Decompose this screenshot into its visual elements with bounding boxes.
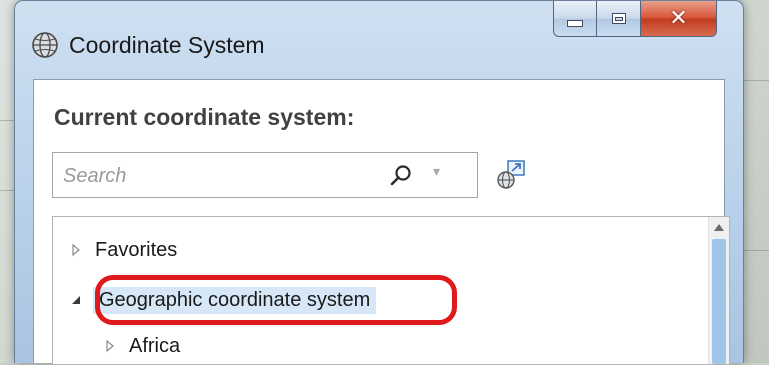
minimize-icon <box>567 20 583 27</box>
globe-link-icon[interactable] <box>494 158 528 192</box>
coordinate-system-tree: Favorites Geographic coordinate system A… <box>52 216 730 365</box>
collapse-arrow-icon[interactable] <box>69 293 83 307</box>
close-icon: ✕ <box>669 6 688 31</box>
tree-item-favorites[interactable]: Favorites <box>69 233 177 267</box>
globe-icon <box>32 32 58 58</box>
scroll-up-icon[interactable] <box>713 221 725 233</box>
tree-item-africa[interactable]: Africa <box>103 329 180 363</box>
tree-item-label: Africa <box>129 334 181 357</box>
search-icon[interactable] <box>389 164 413 188</box>
vertical-scrollbar[interactable] <box>708 217 729 364</box>
minimize-button[interactable] <box>553 1 597 37</box>
expand-arrow-icon[interactable] <box>69 243 83 257</box>
search-input[interactable] <box>63 163 363 189</box>
caption-buttons: ✕ <box>553 1 717 41</box>
close-button[interactable]: ✕ <box>641 1 717 37</box>
search-options-dropdown-icon[interactable]: ▾ <box>433 163 440 180</box>
coordinate-system-dialog: Coordinate System ✕ Current coordinate s… <box>14 0 744 365</box>
scrollbar-thumb[interactable] <box>712 239 726 364</box>
maximize-button[interactable] <box>597 1 641 37</box>
expand-arrow-icon[interactable] <box>103 339 117 353</box>
window-title: Coordinate System <box>69 32 265 58</box>
highlight-annotation <box>95 275 457 325</box>
title-bar[interactable]: Coordinate System ✕ <box>15 1 743 79</box>
current-coordinate-system-heading: Current coordinate system: <box>54 104 355 130</box>
dialog-content: Current coordinate system: ▾ Favorites <box>33 79 730 365</box>
tree-item-label: Favorites <box>95 238 178 261</box>
maximize-icon <box>611 13 626 24</box>
search-box[interactable]: ▾ <box>52 152 478 198</box>
